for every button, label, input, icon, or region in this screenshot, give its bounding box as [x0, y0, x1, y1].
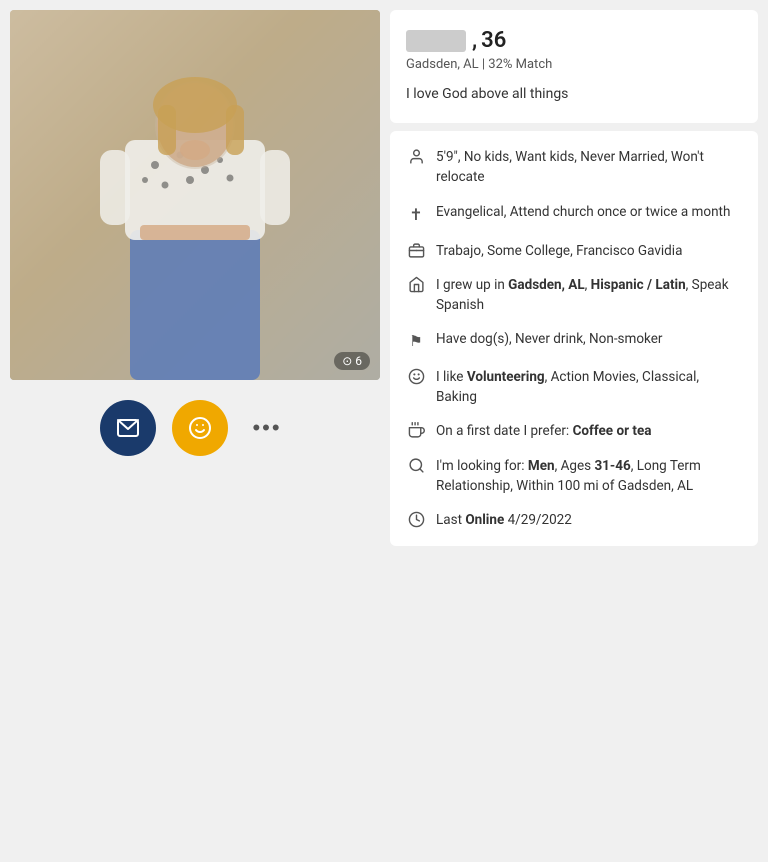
- left-panel: ⊙ 6 •••: [10, 10, 380, 546]
- profile-location: Gadsden, AL | 32% Match: [406, 57, 742, 72]
- profile-name-blur: [406, 30, 466, 52]
- details-panel: 5'9", No kids, Want kids, Never Married,…: [390, 131, 758, 546]
- detail-row-interests: I like Volunteering, Action Movies, Clas…: [406, 367, 742, 408]
- action-buttons: •••: [100, 400, 289, 456]
- detail-text-physical: 5'9", No kids, Want kids, Never Married,…: [436, 147, 742, 188]
- detail-text-religion: Evangelical, Attend church once or twice…: [436, 202, 742, 222]
- person-icon: [406, 147, 426, 165]
- detail-row-looking-for: I'm looking for: Men, Ages 31-46, Long T…: [406, 456, 742, 497]
- match-text: 32% Match: [488, 57, 552, 72]
- smile-button[interactable]: [172, 400, 228, 456]
- detail-row-work: Trabajo, Some College, Francisco Gavidia: [406, 241, 742, 261]
- flag-icon: ⚑: [406, 329, 426, 353]
- detail-text-origin: I grew up in Gadsden, AL, Hispanic / Lat…: [436, 275, 742, 316]
- clock-icon: [406, 510, 426, 528]
- smile-icon: [406, 367, 426, 385]
- profile-header: , 36 Gadsden, AL | 32% Match I love God …: [390, 10, 758, 123]
- detail-row-last-online: Last Online 4/29/2022: [406, 510, 742, 530]
- more-options-button[interactable]: •••: [244, 407, 289, 449]
- profile-age: 36: [481, 28, 506, 53]
- search-icon: [406, 456, 426, 474]
- profile-photo: ⊙ 6: [10, 10, 380, 380]
- detail-text-last-online: Last Online 4/29/2022: [436, 510, 742, 530]
- photo-counter: ⊙ 6: [334, 352, 370, 370]
- cross-icon: ✝: [406, 202, 426, 227]
- profile-age-separator: ,: [472, 28, 477, 53]
- right-panel: , 36 Gadsden, AL | 32% Match I love God …: [380, 10, 758, 546]
- profile-name-age: , 36: [406, 28, 742, 53]
- detail-text-interests: I like Volunteering, Action Movies, Clas…: [436, 367, 742, 408]
- detail-text-lifestyle: Have dog(s), Never drink, Non-smoker: [436, 329, 742, 349]
- detail-text-first-date: On a first date I prefer: Coffee or tea: [436, 421, 742, 441]
- home-icon: [406, 275, 426, 293]
- detail-row-lifestyle: ⚑ Have dog(s), Never drink, Non-smoker: [406, 329, 742, 353]
- detail-row-origin: I grew up in Gadsden, AL, Hispanic / Lat…: [406, 275, 742, 316]
- detail-row-first-date: On a first date I prefer: Coffee or tea: [406, 421, 742, 441]
- profile-bio: I love God above all things: [406, 84, 742, 105]
- coffee-icon: [406, 421, 426, 439]
- location-text: Gadsden, AL: [406, 57, 479, 72]
- message-button[interactable]: [100, 400, 156, 456]
- detail-text-work: Trabajo, Some College, Francisco Gavidia: [436, 241, 742, 261]
- briefcase-icon: [406, 241, 426, 259]
- detail-row-physical: 5'9", No kids, Want kids, Never Married,…: [406, 147, 742, 188]
- detail-row-religion: ✝ Evangelical, Attend church once or twi…: [406, 202, 742, 227]
- detail-text-looking-for: I'm looking for: Men, Ages 31-46, Long T…: [436, 456, 742, 497]
- bio-text: I love God above all things: [406, 86, 568, 102]
